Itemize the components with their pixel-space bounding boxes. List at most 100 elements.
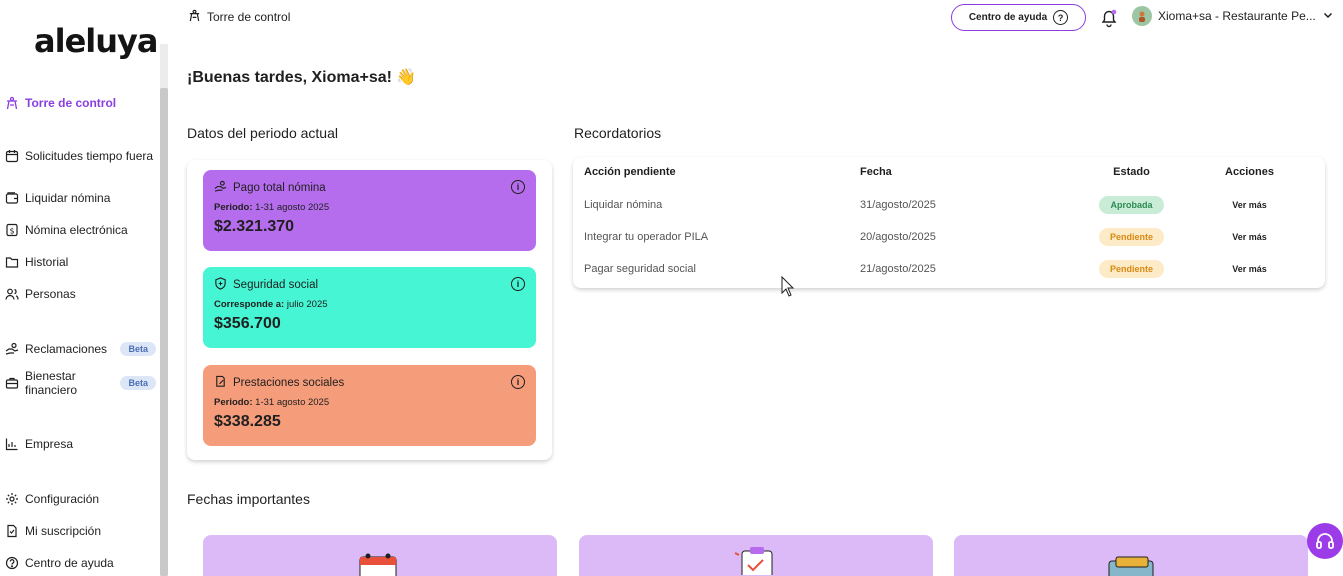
tower-icon <box>4 95 19 110</box>
card-title: Prestaciones sociales <box>233 377 345 389</box>
users-icon <box>4 286 19 301</box>
card-amount: $338.285 <box>214 413 281 430</box>
sidebar-item-bienestar-financiero[interactable]: Bienestar financiero Beta <box>4 369 156 397</box>
sidebar-item-torre-de-control[interactable]: Torre de control <box>4 95 156 110</box>
card-title: Pago total nómina <box>233 182 326 194</box>
payroll-icon <box>214 180 227 196</box>
sidebar-item-centro-de-ayuda[interactable]: Centro de ayuda <box>4 555 156 570</box>
help-center-label: Centro de ayuda <box>968 12 1048 23</box>
social-security-card[interactable]: Seguridad social i Corresponde a: julio … <box>203 267 536 348</box>
card-period: Periodo: 1-31 agosto 2025 <box>214 202 330 213</box>
column-header: Acción pendiente <box>584 166 676 178</box>
important-date-card[interactable] <box>203 535 557 576</box>
ver-mas-link[interactable]: Ver más <box>1232 200 1267 210</box>
user-name: Xioma+sa - Restaurante Pe... <box>1158 9 1316 23</box>
calendar-icon <box>4 148 19 163</box>
gear-icon <box>4 491 19 506</box>
payroll-total-card[interactable]: Pago total nómina i Periodo: 1-31 agosto… <box>203 170 536 251</box>
notification-bell-icon[interactable] <box>1098 7 1120 29</box>
row-date: 31/agosto/2025 <box>860 199 936 211</box>
shield-icon <box>214 277 227 293</box>
table-row: Integrar tu operador PILA 20/agosto/2025… <box>584 228 1310 246</box>
info-icon[interactable]: i <box>511 180 525 194</box>
beta-badge: Beta <box>120 341 156 356</box>
document-icon <box>4 523 19 538</box>
chevron-down-icon <box>1322 9 1334 24</box>
folder-icon <box>4 254 19 269</box>
avatar <box>1132 6 1152 26</box>
ver-mas-link[interactable]: Ver más <box>1232 232 1267 242</box>
sidebar-item-liquidar-nomina[interactable]: Liquidar nómina <box>4 190 156 205</box>
status-badge: Pendiente <box>1098 260 1164 278</box>
money-illustration-icon <box>1108 556 1154 576</box>
table-row: Liquidar nómina 31/agosto/2025 Aprobada … <box>584 196 1310 214</box>
beta-badge: Beta <box>120 376 156 390</box>
info-icon[interactable]: i <box>511 277 525 291</box>
sidebar-item-historial[interactable]: Historial <box>4 254 156 269</box>
social-benefits-card[interactable]: Prestaciones sociales i Periodo: 1-31 ag… <box>203 365 536 446</box>
sidebar-item-label: Historial <box>25 254 69 269</box>
ver-mas-link[interactable]: Ver más <box>1232 264 1267 274</box>
sidebar-item-personas[interactable]: Personas <box>4 286 156 301</box>
svg-text:$: $ <box>9 226 14 235</box>
edit-document-icon <box>214 375 227 391</box>
breadcrumb: Torre de control <box>188 9 290 25</box>
logo[interactable]: aleluya <box>34 22 158 60</box>
reminders-section-title: Recordatorios <box>574 125 662 141</box>
period-section-title: Datos del periodo actual <box>187 125 338 141</box>
page-title: Torre de control <box>207 10 291 24</box>
card-period: Periodo: 1-31 agosto 2025 <box>214 397 330 408</box>
mouse-cursor-icon <box>781 276 795 297</box>
app-root: aleluya Torre de control Solicitudes tie… <box>0 0 1343 576</box>
sidebar-item-solicitudes[interactable]: Solicitudes tiempo fuera <box>4 148 156 163</box>
sidebar-item-reclamaciones[interactable]: Reclamaciones Beta <box>4 341 156 356</box>
headset-icon <box>1316 533 1334 549</box>
sidebar-item-configuracion[interactable]: Configuración <box>4 491 156 506</box>
user-menu[interactable]: Xioma+sa - Restaurante Pe... <box>1132 6 1334 26</box>
column-header: Fecha <box>860 166 892 178</box>
question-icon: ? <box>1053 10 1069 25</box>
chart-icon <box>4 436 19 451</box>
support-chat-button[interactable] <box>1307 523 1343 559</box>
help-center-button[interactable]: Centro de ayuda ? <box>951 4 1086 31</box>
dollar-doc-icon: $ <box>4 222 19 237</box>
help-icon <box>4 555 19 570</box>
clipboard-illustration-icon <box>734 547 773 575</box>
card-amount: $2.321.370 <box>214 218 295 235</box>
important-date-card[interactable] <box>579 535 933 576</box>
sidebar-item-label: Reclamaciones <box>25 341 108 356</box>
important-date-card[interactable] <box>954 535 1308 576</box>
row-date: 21/agosto/2025 <box>860 263 936 275</box>
tower-icon <box>188 9 201 25</box>
important-dates-title: Fechas importantes <box>187 491 310 507</box>
row-action: Pagar seguridad social <box>584 263 696 275</box>
card-title: Seguridad social <box>233 279 319 291</box>
wallet-icon <box>4 190 19 205</box>
sidebar-item-label: Mi suscripción <box>25 523 102 538</box>
sidebar-item-mi-suscripcion[interactable]: Mi suscripción <box>4 523 156 538</box>
sidebar-item-label: Liquidar nómina <box>25 190 111 205</box>
table-header: Acción pendiente Fecha Estado Acciones <box>584 166 1310 178</box>
sidebar-item-label: Nómina electrónica <box>25 222 128 237</box>
briefcase-icon <box>4 376 19 391</box>
column-header: Estado <box>1113 166 1150 178</box>
sidebar-item-label: Solicitudes tiempo fuera <box>25 148 154 163</box>
card-period: Corresponde a: julio 2025 <box>214 299 328 310</box>
sidebar-item-label: Empresa <box>25 436 74 451</box>
status-badge: Aprobada <box>1099 196 1164 214</box>
row-action: Liquidar nómina <box>584 199 663 211</box>
sidebar-item-label: Centro de ayuda <box>25 555 114 570</box>
sidebar-item-label: Bienestar financiero <box>25 369 78 397</box>
hand-money-icon <box>4 341 19 356</box>
column-header: Acciones <box>1225 166 1274 178</box>
row-action: Integrar tu operador PILA <box>584 231 709 243</box>
sidebar-scrollbar-thumb[interactable] <box>160 88 168 576</box>
sidebar-item-empresa[interactable]: Empresa <box>4 436 156 451</box>
info-icon[interactable]: i <box>511 375 525 389</box>
sidebar-item-nomina-electronica[interactable]: $ Nómina electrónica <box>4 222 156 237</box>
sidebar: aleluya Torre de control Solicitudes tie… <box>0 0 170 576</box>
card-amount: $356.700 <box>214 315 281 332</box>
sidebar-item-label: Configuración <box>25 491 100 506</box>
sidebar-item-label: Personas <box>25 286 76 301</box>
row-date: 20/agosto/2025 <box>860 231 936 243</box>
